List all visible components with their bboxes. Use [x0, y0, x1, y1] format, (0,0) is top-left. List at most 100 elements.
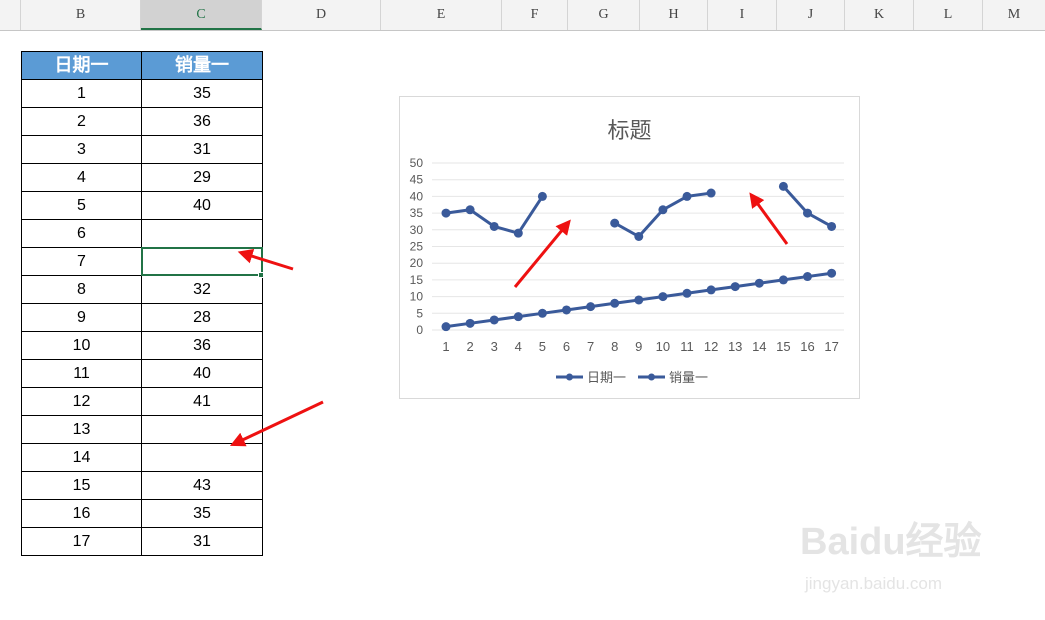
sales-cell[interactable]: 36 — [141, 107, 263, 136]
series-1-point — [754, 278, 764, 288]
series-1-point — [610, 298, 620, 308]
sales-cell[interactable]: 43 — [141, 471, 263, 500]
sales-cell[interactable]: 31 — [141, 135, 263, 164]
date-cell[interactable]: 8 — [21, 275, 142, 304]
column-header-l[interactable]: L — [914, 0, 983, 30]
sales-cell[interactable]: 35 — [141, 499, 263, 528]
fill-handle[interactable] — [258, 272, 264, 278]
date-cell[interactable]: 10 — [21, 331, 142, 360]
series-1-point — [730, 282, 740, 292]
column-header-e[interactable]: E — [381, 0, 502, 30]
x-tick-label: 14 — [752, 339, 766, 354]
x-tick-label: 13 — [728, 339, 742, 354]
series-1-point — [513, 312, 523, 322]
x-tick-label: 16 — [800, 339, 814, 354]
series-1-point — [441, 322, 451, 332]
series-2-point — [706, 188, 716, 198]
column-header-h[interactable]: H — [640, 0, 708, 30]
x-tick-label: 6 — [563, 339, 570, 354]
series-2-point — [803, 208, 812, 218]
column-header-f[interactable]: F — [502, 0, 568, 30]
sales-cell[interactable]: 32 — [141, 275, 263, 304]
sales-cell[interactable]: 40 — [141, 359, 263, 388]
y-tick-label: 5 — [416, 306, 423, 320]
y-tick-label: 45 — [410, 173, 424, 187]
series-2-point — [682, 191, 692, 201]
date-cell[interactable]: 7 — [21, 247, 142, 276]
date-cell[interactable]: 12 — [21, 387, 142, 416]
date-cell[interactable]: 3 — [21, 135, 142, 164]
date-cell[interactable]: 9 — [21, 303, 142, 332]
sales-cell[interactable] — [141, 219, 263, 248]
column-header-c[interactable]: C — [141, 0, 262, 30]
x-tick-label: 2 — [466, 339, 473, 354]
y-tick-label: 15 — [410, 273, 424, 287]
column-header-k[interactable]: K — [845, 0, 914, 30]
chart-area[interactable]: 标题 0 5 10 15 20 25 30 35 40 45 50 1 2 3 4 5 6 7 8 9 10 11 12 13… — [399, 96, 860, 399]
x-tick-label: 1 — [442, 339, 449, 354]
sales-cell[interactable]: 29 — [141, 163, 263, 192]
series-1-point — [465, 318, 475, 328]
header-cell-date[interactable]: 日期一 — [21, 51, 142, 80]
select-all-corner[interactable] — [0, 0, 21, 30]
series-1-point — [489, 315, 499, 325]
date-cell[interactable]: 17 — [21, 527, 142, 556]
x-tick-label: 10 — [656, 339, 670, 354]
date-cell[interactable]: 15 — [21, 471, 142, 500]
sales-cell[interactable]: 31 — [141, 527, 263, 556]
date-cell[interactable]: 4 — [21, 163, 142, 192]
sales-cell[interactable]: 40 — [141, 191, 263, 220]
y-tick-label: 30 — [410, 223, 424, 237]
selected-cell[interactable] — [141, 247, 263, 276]
column-header-b[interactable]: B — [21, 0, 141, 30]
y-tick-label: 20 — [410, 256, 424, 270]
column-header-g[interactable]: G — [568, 0, 640, 30]
column-header-bar: B C D E F G H I J K L M — [0, 0, 1045, 31]
sales-cell[interactable]: 36 — [141, 331, 263, 360]
legend-swatch-marker — [566, 373, 573, 381]
sales-cell[interactable]: 28 — [141, 303, 263, 332]
legend-label: 销量一 — [669, 370, 708, 385]
x-tick-label: 15 — [776, 339, 790, 354]
series-1-point — [706, 285, 716, 295]
column-header-m[interactable]: M — [983, 0, 1045, 30]
date-cell[interactable]: 1 — [21, 79, 142, 108]
date-cell[interactable]: 11 — [21, 359, 142, 388]
y-tick-label: 10 — [410, 290, 424, 304]
sales-cell[interactable] — [141, 443, 263, 472]
x-tick-label: 7 — [587, 339, 594, 354]
series-1-point — [803, 272, 812, 282]
date-cell[interactable]: 14 — [21, 443, 142, 472]
sales-cell[interactable] — [141, 415, 263, 444]
y-tick-label: 40 — [410, 189, 424, 203]
y-tick-label: 50 — [410, 156, 424, 170]
series-2-point — [827, 221, 837, 231]
x-tick-label: 3 — [491, 339, 498, 354]
date-cell[interactable]: 16 — [21, 499, 142, 528]
series-1-point — [827, 268, 837, 278]
column-header-j[interactable]: J — [777, 0, 845, 30]
sales-cell[interactable]: 35 — [141, 79, 263, 108]
series-1-point — [778, 275, 788, 285]
series-2-point — [778, 181, 788, 191]
line-chart: 051015202530354045501 2 3 4 5 6 7 8 9 10 11 12 13 14 1… — [410, 156, 844, 385]
y-tick-label: 0 — [416, 323, 423, 337]
date-cell[interactable]: 13 — [21, 415, 142, 444]
date-cell[interactable]: 5 — [21, 191, 142, 220]
column-header-i[interactable]: I — [708, 0, 777, 30]
sales-cell[interactable]: 41 — [141, 387, 263, 416]
series-1-point — [658, 292, 668, 302]
series-1-point — [562, 305, 571, 315]
x-tick-label: 5 — [539, 339, 546, 354]
series-2-point — [489, 221, 499, 231]
series-2-point — [513, 228, 523, 238]
series-line-2 — [782, 185, 833, 228]
x-tick-label: 12 — [704, 339, 718, 354]
date-cell[interactable]: 2 — [21, 107, 142, 136]
y-tick-label: 25 — [410, 240, 424, 254]
column-header-d[interactable]: D — [262, 0, 381, 30]
series-1-point — [586, 302, 596, 312]
header-cell-sales[interactable]: 销量一 — [141, 51, 263, 80]
date-cell[interactable]: 6 — [21, 219, 142, 248]
series-1-point — [634, 295, 644, 305]
